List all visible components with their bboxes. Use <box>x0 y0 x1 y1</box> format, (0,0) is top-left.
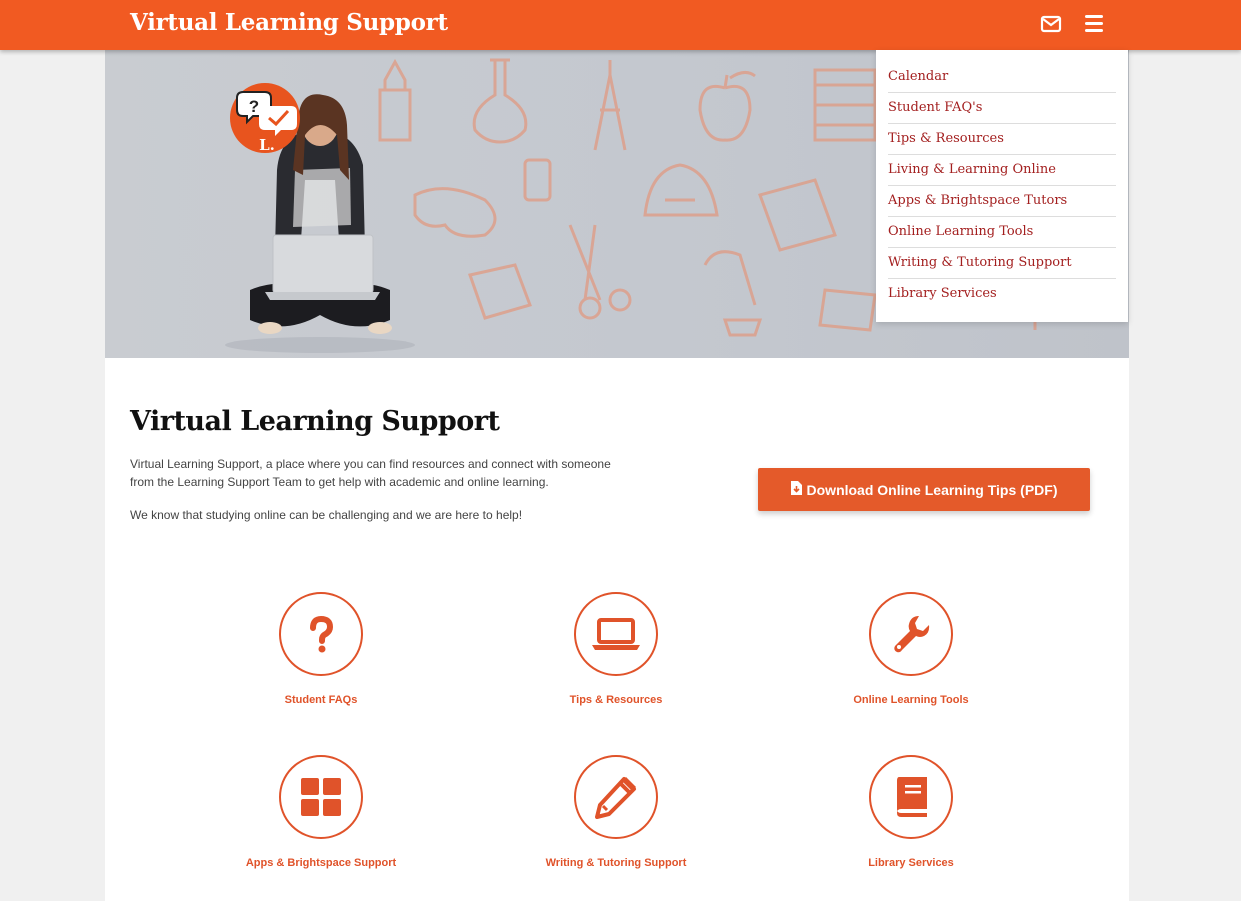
card-tips-resources[interactable]: Tips & Resources <box>501 592 731 706</box>
menu-item-student-faqs[interactable]: Student FAQ's <box>888 93 1116 124</box>
intro-paragraph-1: Virtual Learning Support, a place where … <box>130 457 611 489</box>
intro-paragraph-2: We know that studying online can be chal… <box>130 508 523 522</box>
download-tips-button[interactable]: Download Online Learning Tips (PDF) <box>758 468 1090 511</box>
card-circle <box>279 755 363 839</box>
card-circle <box>279 592 363 676</box>
intro-text: Virtual Learning Support, a place where … <box>130 455 630 539</box>
badge-letter: L. <box>259 136 275 154</box>
card-label: Online Learning Tools <box>853 694 969 706</box>
card-label: Tips & Resources <box>569 694 663 706</box>
hamburger-icon[interactable] <box>1085 15 1103 33</box>
menu-item-living-learning-online[interactable]: Living & Learning Online <box>888 155 1116 186</box>
card-online-learning-tools[interactable]: Online Learning Tools <box>796 592 1026 706</box>
menu-item-tips-resources[interactable]: Tips & Resources <box>888 124 1116 155</box>
grid-icon <box>301 778 341 816</box>
menu-item-online-learning-tools[interactable]: Online Learning Tools <box>888 217 1116 248</box>
menu-item-library-services[interactable]: Library Services <box>888 279 1116 310</box>
menu-item-apps-brightspace-tutors[interactable]: Apps & Brightspace Tutors <box>888 186 1116 217</box>
menu-item-calendar[interactable]: Calendar <box>888 62 1116 93</box>
download-button-label: Download Online Learning Tips (PDF) <box>806 481 1058 498</box>
card-circle <box>574 592 658 676</box>
page-title: Virtual Learning Support <box>130 406 500 437</box>
card-apps-brightspace-support[interactable]: Apps & Brightspace Support <box>206 755 436 869</box>
card-circle <box>574 755 658 839</box>
pencil-icon <box>595 777 636 819</box>
site-title[interactable]: Virtual Learning Support <box>130 9 448 36</box>
laptop-icon <box>592 618 640 650</box>
question-icon <box>310 615 334 653</box>
envelope-icon[interactable] <box>1040 14 1062 34</box>
card-writing-tutoring-support[interactable]: Writing & Tutoring Support <box>501 755 731 869</box>
top-navbar: Virtual Learning Support <box>0 0 1241 50</box>
card-label: Writing & Tutoring Support <box>545 857 687 869</box>
nav-dropdown-menu: Calendar Student FAQ's Tips & Resources … <box>876 50 1128 322</box>
card-label: Apps & Brightspace Support <box>245 857 397 869</box>
card-library-services[interactable]: Library Services <box>796 755 1026 869</box>
card-circle <box>869 592 953 676</box>
wrench-icon <box>894 616 930 653</box>
card-student-faqs[interactable]: Student FAQs <box>206 592 436 706</box>
card-label: Student FAQs <box>284 694 358 706</box>
book-icon <box>897 777 927 817</box>
file-download-icon <box>790 481 802 498</box>
menu-item-writing-tutoring-support[interactable]: Writing & Tutoring Support <box>888 248 1116 279</box>
svg-text:?: ? <box>249 97 259 116</box>
card-label: Library Services <box>868 857 954 869</box>
card-circle <box>869 755 953 839</box>
